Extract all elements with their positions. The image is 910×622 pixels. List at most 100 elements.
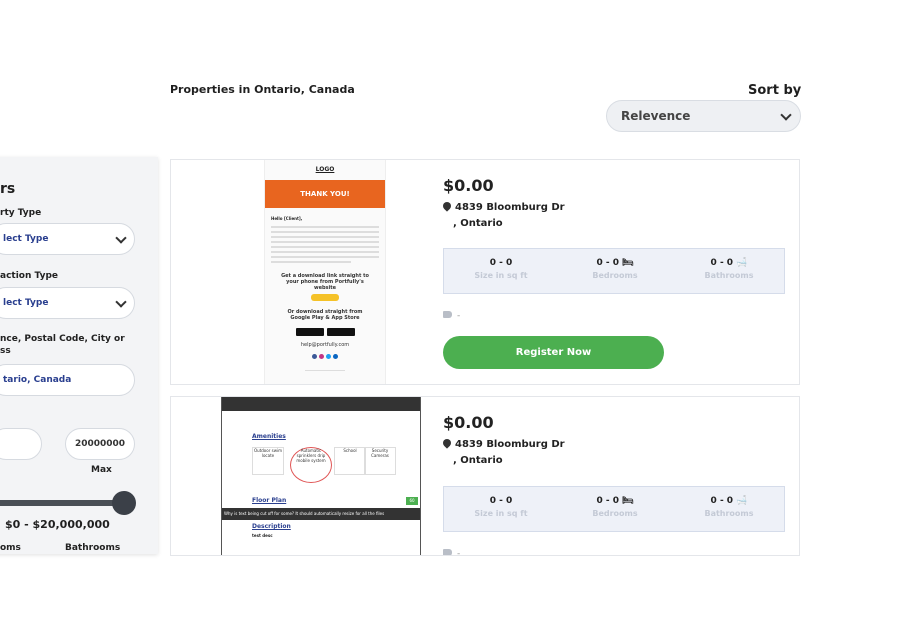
stat-bedrooms-value: 0 - 0 [596, 258, 619, 268]
thumb-text-line [271, 261, 351, 263]
bed-icon: 🛏 [622, 496, 634, 506]
address-line1: 4839 Bloomburg Dr [455, 202, 565, 213]
thumb-banner: THANK YOU! [265, 180, 385, 208]
property-type-select[interactable]: lect Type [0, 223, 135, 255]
price-max-label: Max [91, 465, 112, 475]
address-line2: , Ontario [453, 218, 503, 229]
bedrooms-label: oms [0, 543, 21, 553]
tag-text: - [457, 549, 461, 556]
stat-bedrooms: 0 - 0 🛏 Bedrooms [558, 258, 672, 280]
listing-price: $0.00 [443, 176, 494, 195]
instagram-icon [319, 354, 324, 359]
thumb-overlay-bar: Why is text being cut off for some? It s… [222, 508, 420, 520]
price-min-input[interactable] [0, 428, 42, 460]
app-store-badge [327, 328, 355, 336]
filter-title: rs [0, 181, 16, 197]
price-max-input[interactable]: 20000000 [65, 428, 135, 460]
transaction-type-label: action Type [0, 271, 59, 281]
listing-tags: - [443, 311, 460, 321]
address-line1: 4839 Bloomburg Dr [455, 439, 565, 450]
listing-price: $0.00 [443, 413, 494, 432]
location-input[interactable]: tario, Canada [0, 364, 135, 396]
bath-icon: 🛁 [736, 496, 748, 506]
listing-card[interactable]: LOGO THANK YOU! Hello [Client], Get a do… [170, 159, 800, 385]
thumb-greeting: Hello [Client], [271, 216, 303, 221]
location-label: nce, Postal Code, City or ss [0, 334, 125, 356]
stat-bathrooms-value: 0 - 0 [710, 258, 734, 268]
bath-icon: 🛁 [736, 258, 748, 268]
thumb-description-body: test desc [252, 533, 273, 538]
thumb-floor-plan-heading: Floor Plan [252, 497, 287, 504]
tag-icon [443, 311, 452, 318]
stat-bathrooms: 0 - 0 🛁 Bathrooms [672, 258, 786, 280]
price-slider-track[interactable] [0, 500, 128, 506]
stat-bedrooms-label: Bedrooms [592, 271, 638, 280]
thumb-text-line [271, 251, 379, 253]
listing-card[interactable]: Amenities Outdoor swim locate Automatic … [170, 396, 800, 556]
twitter-icon [326, 354, 331, 359]
listing-thumbnail[interactable]: LOGO THANK YOU! Hello [Client], Get a do… [264, 160, 386, 384]
property-type-label: rty Type [0, 208, 42, 218]
price-range-text: $0 - $20,000,000 [5, 518, 110, 531]
thumb-description-heading: Description [252, 523, 291, 530]
thumb-footer-line [305, 370, 345, 371]
chevron-down-icon [115, 231, 127, 244]
google-play-badge [296, 328, 324, 336]
thumb-text-line [271, 231, 379, 233]
thumb-amenity: Security Cameras [364, 447, 396, 475]
sort-label: Sort by [748, 83, 802, 98]
tag-icon [443, 549, 452, 555]
filter-sidebar: rs rty Type lect Type action Type lect T… [0, 157, 158, 554]
price-slider-handle[interactable] [112, 491, 136, 515]
chevron-down-icon [115, 295, 127, 308]
stat-size-value: 0 - 0 [489, 258, 513, 268]
sort-select[interactable]: Relevence [606, 100, 801, 132]
bed-icon: 🛏 [622, 258, 634, 268]
property-type-value: lect Type [3, 234, 49, 244]
thumb-amenity: Outdoor swim locate [252, 447, 284, 475]
map-marker-icon [441, 200, 453, 212]
stat-size: 0 - 0 Size in sq ft [444, 258, 558, 280]
thumb-top-bar [222, 397, 420, 411]
transaction-type-value: lect Type [3, 298, 49, 308]
register-now-button[interactable]: Register Now [443, 336, 664, 369]
thumb-text-line [271, 226, 379, 228]
sort-select-value: Relevence [621, 109, 691, 123]
map-marker-icon [441, 437, 453, 449]
thumb-amenity: School [334, 447, 366, 475]
listing-address[interactable]: 4839 Bloomburg Dr , Ontario [441, 437, 565, 469]
thumb-logo: LOGO [315, 166, 335, 173]
stat-bedrooms-value: 0 - 0 [596, 496, 619, 506]
thumb-email: help@portfully.com [300, 342, 350, 348]
stat-bedrooms: 0 - 0 🛏 Bedrooms [558, 496, 672, 518]
listing-stats: 0 - 0 Size in sq ft 0 - 0 🛏 Bedrooms 0 -… [443, 486, 785, 532]
stat-size-label: Size in sq ft [474, 271, 528, 280]
stat-bedrooms-label: Bedrooms [592, 509, 638, 518]
stat-bathrooms-value: 0 - 0 [710, 496, 734, 506]
listing-stats: 0 - 0 Size in sq ft 0 - 0 🛏 Bedrooms 0 -… [443, 248, 785, 294]
thumb-text-line [271, 246, 379, 248]
stat-size-label: Size in sq ft [474, 509, 528, 518]
thumb-amenities-heading: Amenities [252, 433, 286, 440]
thumb-floor-plan-badge: 60 [406, 497, 418, 505]
facebook-icon [312, 354, 317, 359]
listing-thumbnail[interactable]: Amenities Outdoor swim locate Automatic … [221, 397, 421, 555]
thumb-text-line [271, 241, 379, 243]
page-heading: Properties in Ontario, Canada [170, 83, 355, 96]
address-line2: , Ontario [453, 455, 503, 466]
bathrooms-label: Bathrooms [65, 543, 121, 553]
thumb-text-line [271, 236, 379, 238]
stat-size-value: 0 - 0 [489, 496, 513, 506]
stat-size: 0 - 0 Size in sq ft [444, 496, 558, 518]
chevron-down-icon [780, 108, 792, 121]
thumb-download-button [311, 294, 339, 301]
thumb-download-text: Or download straight from Google Play & … [287, 309, 363, 321]
stat-bathrooms-label: Bathrooms [704, 271, 754, 280]
thumb-text-line [271, 256, 379, 258]
listing-tags: - [443, 549, 461, 556]
tag-text: - [457, 311, 461, 321]
listing-address[interactable]: 4839 Bloomburg Dr , Ontario [441, 200, 565, 232]
stat-bathrooms-label: Bathrooms [704, 509, 754, 518]
transaction-type-select[interactable]: lect Type [0, 287, 135, 319]
thumb-cta-text: Get a download link straight to your pho… [281, 273, 369, 291]
